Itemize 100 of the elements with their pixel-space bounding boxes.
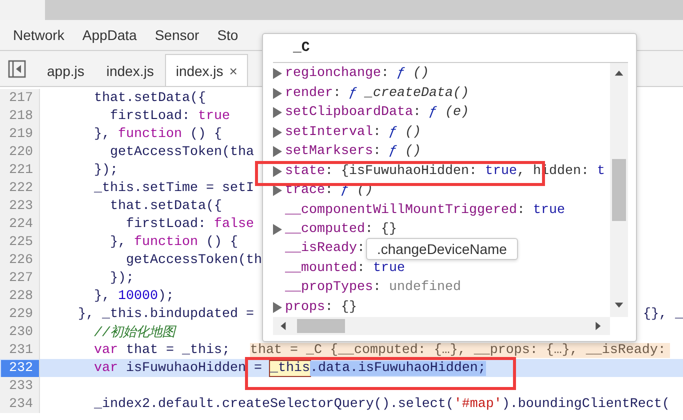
file-tab[interactable]: index.js ×: [164, 54, 248, 86]
vertical-scrollbar[interactable]: [610, 63, 628, 317]
line-number[interactable]: 229: [9, 306, 39, 322]
line-number[interactable]: 222: [9, 180, 39, 196]
code-token: 10000: [118, 288, 158, 304]
code-token: () {: [204, 234, 238, 250]
code-token: _this.setTime = setI: [92, 180, 254, 196]
line-number[interactable]: 231: [9, 342, 39, 358]
colon: :: [380, 66, 389, 82]
colon: :: [325, 164, 333, 179]
code-token: {}, _: [643, 306, 683, 322]
property-value: t: [596, 164, 605, 179]
property-name: __isReady: [285, 241, 357, 256]
code-token: function: [134, 234, 198, 250]
line-number[interactable]: 225: [9, 234, 39, 250]
colon: :: [364, 222, 373, 237]
expand-triangle-icon[interactable]: [273, 146, 282, 158]
inline-value: that = _C {__computed: {…}, __props: {…}, __isReady:: [250, 342, 670, 358]
code-token: isFuwuhaoHidden =: [124, 360, 263, 376]
colon: :: [325, 300, 333, 315]
line-number[interactable]: 232: [1, 360, 39, 376]
expand-triangle-icon[interactable]: [273, 107, 282, 118]
property-value: (): [412, 66, 429, 82]
property-value: ƒ: [349, 86, 357, 101]
line-number[interactable]: 224: [9, 216, 39, 232]
expand-triangle-icon[interactable]: [273, 88, 282, 99]
property-name: setInterval: [285, 124, 373, 140]
tooltip: .changeDeviceName: [366, 238, 518, 260]
panel-tab[interactable]: Network: [13, 27, 64, 43]
property-value: ƒ: [388, 144, 397, 160]
property-name: regionchange: [285, 66, 381, 82]
property-value: {}: [380, 222, 397, 237]
code-token: firstLoad:: [124, 216, 207, 232]
property-value: _createData(): [363, 86, 469, 101]
expand-triangle-icon[interactable]: [273, 302, 282, 313]
code-token: }, _this.bindupdated =: [76, 306, 255, 322]
code-token: var: [92, 342, 118, 358]
scrollbar-thumb[interactable]: [612, 159, 626, 221]
code-token: var: [92, 360, 118, 376]
property-value: {}: [341, 300, 357, 315]
expand-triangle-icon[interactable]: [273, 68, 282, 80]
property-value: ƒ: [428, 105, 437, 120]
line-number[interactable]: 217: [9, 90, 39, 106]
property-name: setMarksers: [285, 144, 373, 160]
property-value: (e): [444, 105, 469, 120]
code-token: },: [108, 234, 127, 250]
line-number[interactable]: 223: [9, 198, 39, 214]
property-name: __componentWillMountTriggered: [285, 202, 517, 218]
line-number[interactable]: 227: [9, 270, 39, 286]
colon: :: [356, 241, 365, 256]
code-token: .data.isFuwuhaoHidden;: [310, 360, 486, 376]
code-token: _index2.default.createSelectorQuery().select(: [92, 396, 454, 412]
property-value: ƒ: [396, 66, 405, 82]
code-token: );: [158, 288, 174, 304]
colon: :: [325, 183, 333, 198]
line-number[interactable]: 226: [9, 252, 39, 268]
property-value: {isFuwuhaoHidden:: [341, 164, 478, 179]
code-token: },: [92, 126, 111, 142]
property-value: (): [404, 124, 421, 140]
colon: :: [372, 124, 381, 140]
code-token: ).boundingClientRect(: [502, 396, 670, 412]
code-token: //初始化地图: [92, 324, 175, 341]
code-token: function: [118, 126, 182, 142]
code-token: that.setData({: [108, 198, 222, 214]
line-number[interactable]: 218: [9, 108, 39, 124]
code-token: () {: [188, 126, 222, 142]
file-tab[interactable]: app.js: [36, 54, 96, 86]
property-name: __computed: [285, 222, 365, 237]
close-tab-button[interactable]: ×: [229, 62, 238, 78]
expand-triangle-icon[interactable]: [273, 126, 282, 138]
expand-triangle-icon[interactable]: [273, 185, 282, 196]
code-token: firstLoad:: [108, 108, 191, 124]
horizontal-scrollbar[interactable]: [273, 317, 610, 335]
property-name: __propTypes: [285, 280, 373, 296]
line-number[interactable]: 228: [9, 288, 39, 304]
panel-tab[interactable]: AppData: [82, 27, 137, 43]
file-tab[interactable]: index.js: [95, 54, 165, 86]
line-number[interactable]: 230: [9, 324, 39, 340]
panel-tab[interactable]: Sensor: [154, 27, 200, 43]
panel-tab[interactable]: Sto: [217, 27, 238, 43]
property-value: true: [372, 260, 405, 276]
line-number[interactable]: 233: [9, 378, 39, 394]
popover-title: _C: [273, 34, 628, 63]
property-name: render: [285, 86, 333, 101]
colon: :: [412, 105, 421, 120]
expand-triangle-icon[interactable]: [273, 224, 282, 235]
property-value: true: [484, 164, 517, 179]
line-number[interactable]: 221: [9, 162, 39, 178]
line-number[interactable]: 234: [9, 396, 39, 412]
line-number[interactable]: 219: [9, 126, 39, 142]
colon: :: [333, 86, 341, 101]
code-token: that.setData({: [92, 90, 206, 106]
expand-triangle-icon[interactable]: [273, 166, 282, 177]
colon: :: [372, 280, 381, 296]
code-token: _this: [270, 360, 310, 376]
scrollbar-thumb[interactable]: [297, 319, 345, 333]
sidebar-toggle-icon[interactable]: [8, 60, 26, 78]
property-value: undefined: [388, 280, 461, 296]
colon: :: [356, 260, 365, 276]
line-number[interactable]: 220: [9, 144, 39, 160]
